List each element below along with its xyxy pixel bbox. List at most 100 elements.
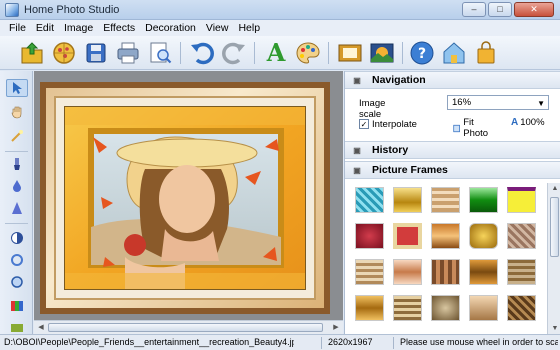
frame-thumbnail[interactable] bbox=[431, 187, 460, 213]
drop-icon[interactable] bbox=[6, 177, 28, 195]
frame-thumbnail[interactable] bbox=[431, 259, 460, 285]
text-icon[interactable]: A bbox=[262, 39, 290, 67]
canvas-horizontal-scrollbar[interactable]: ◀ ▶ bbox=[34, 320, 343, 334]
preview-icon[interactable] bbox=[146, 39, 174, 67]
file-path: D:\OBOI\People\People_Friends__entertain… bbox=[4, 337, 294, 347]
fit-photo-button[interactable]: Fit Photo bbox=[453, 117, 491, 139]
frame-thumbnail[interactable] bbox=[507, 223, 536, 249]
fit-photo-label: Fit Photo bbox=[463, 117, 489, 139]
actual-size-label: 100% bbox=[520, 117, 545, 128]
interpolate-checkbox[interactable]: ✓ bbox=[359, 119, 369, 129]
toolbar-separator bbox=[328, 42, 329, 64]
scroll-up-icon[interactable]: ▲ bbox=[550, 184, 560, 193]
image-scale-label: Image scale bbox=[359, 98, 386, 120]
redo-icon[interactable] bbox=[220, 39, 248, 67]
frame-thumbnail[interactable] bbox=[469, 259, 498, 285]
menu-help[interactable]: Help bbox=[233, 20, 265, 36]
status-separator bbox=[393, 337, 394, 349]
title-bar: Home Photo Studio – □ ✕ bbox=[0, 0, 560, 20]
frame-thumbnail[interactable] bbox=[355, 223, 384, 249]
home-icon[interactable] bbox=[440, 39, 468, 67]
frames-vertical-scrollbar[interactable]: ▲ ▼ bbox=[547, 183, 560, 334]
collapse-icon[interactable]: ▣ bbox=[352, 76, 362, 86]
status-bar: D:\OBOI\People\People_Friends__entertain… bbox=[0, 334, 560, 350]
print-icon[interactable] bbox=[114, 39, 142, 67]
frame-thumbnail[interactable] bbox=[355, 295, 384, 321]
image-scale-select[interactable]: 16% ▼ bbox=[447, 95, 549, 110]
menu-effects[interactable]: Effects bbox=[98, 20, 140, 36]
brush-icon[interactable] bbox=[6, 155, 28, 173]
undo-icon[interactable] bbox=[188, 39, 216, 67]
scrollbar-thumb[interactable] bbox=[550, 197, 559, 257]
svg-text:?: ? bbox=[418, 46, 426, 62]
photo-image[interactable] bbox=[64, 106, 306, 290]
photo-artwork bbox=[65, 107, 305, 289]
maximize-button[interactable]: □ bbox=[488, 2, 512, 17]
zoom-100-icon: A bbox=[511, 117, 519, 128]
menu-file[interactable]: File bbox=[4, 20, 31, 36]
window-title: Home Photo Studio bbox=[24, 4, 120, 16]
cone-icon[interactable] bbox=[6, 199, 28, 217]
tool-palette bbox=[0, 71, 33, 334]
frame-thumbnail[interactable] bbox=[507, 295, 536, 321]
expand-icon[interactable]: ▣ bbox=[352, 146, 362, 156]
open-icon[interactable] bbox=[18, 39, 46, 67]
frame-thumbnail[interactable] bbox=[431, 295, 460, 321]
toolbar-separator bbox=[402, 42, 403, 64]
circle-icon[interactable] bbox=[6, 251, 28, 269]
picture-frames-header[interactable]: ▣ Picture Frames bbox=[345, 161, 560, 179]
scroll-left-icon[interactable]: ◀ bbox=[36, 323, 46, 332]
menu-decoration[interactable]: Decoration bbox=[140, 20, 201, 36]
magic-wand-icon[interactable] bbox=[6, 127, 28, 145]
window-controls: – □ ✕ bbox=[462, 2, 554, 17]
frame-thumbnail[interactable] bbox=[393, 295, 422, 321]
history-header[interactable]: ▣ History bbox=[345, 141, 560, 159]
frame-thumbnail[interactable] bbox=[507, 259, 536, 285]
frame-thumbnail[interactable] bbox=[393, 187, 422, 213]
app-icon bbox=[5, 3, 19, 17]
interpolate-label: Interpolate bbox=[372, 119, 417, 130]
ring-icon[interactable] bbox=[6, 273, 28, 291]
frame-thumbnail[interactable] bbox=[355, 187, 384, 213]
navigation-title: Navigation bbox=[372, 74, 426, 86]
tool-separator bbox=[5, 151, 28, 152]
toolbar-separator bbox=[180, 42, 181, 64]
save-icon[interactable] bbox=[82, 39, 110, 67]
palette-icon[interactable] bbox=[294, 39, 322, 67]
wallpaper-icon[interactable] bbox=[368, 39, 396, 67]
scroll-down-icon[interactable]: ▼ bbox=[550, 324, 560, 333]
scroll-right-icon[interactable]: ▶ bbox=[331, 323, 341, 332]
help-icon[interactable]: ? bbox=[408, 39, 436, 67]
frame-thumbnail[interactable] bbox=[507, 187, 536, 213]
side-panel: ▣ Navigation Image scale 16% ▼ ✓ Interpo… bbox=[344, 71, 560, 334]
close-button[interactable]: ✕ bbox=[514, 2, 554, 17]
toolbar-separator bbox=[254, 42, 255, 64]
picture-frame[interactable] bbox=[40, 82, 330, 314]
status-separator bbox=[321, 337, 322, 349]
frame-thumbnail[interactable] bbox=[469, 295, 498, 321]
collapse-icon[interactable]: ▣ bbox=[352, 166, 362, 176]
hand-icon[interactable] bbox=[6, 103, 28, 121]
menu-image[interactable]: Image bbox=[59, 20, 98, 36]
frame-thumbnail[interactable] bbox=[469, 187, 498, 213]
shop-bag-icon[interactable] bbox=[472, 39, 500, 67]
palette-bars-icon[interactable] bbox=[6, 297, 28, 315]
actual-size-button[interactable]: A 100% bbox=[511, 117, 545, 128]
frame-icon[interactable] bbox=[336, 39, 364, 67]
frame-thumbnail[interactable] bbox=[431, 223, 460, 249]
menu-edit[interactable]: Edit bbox=[31, 20, 59, 36]
tool-separator bbox=[5, 223, 28, 224]
navigation-header[interactable]: ▣ Navigation bbox=[345, 71, 560, 89]
scrollbar-thumb[interactable] bbox=[48, 323, 323, 332]
pointer-icon[interactable] bbox=[6, 79, 28, 97]
frame-thumbnail[interactable] bbox=[469, 223, 498, 249]
menu-bar: File Edit Image Effects Decoration View … bbox=[0, 20, 560, 36]
pizza-icon[interactable] bbox=[50, 39, 78, 67]
menu-view[interactable]: View bbox=[201, 20, 234, 36]
frame-thumbnail[interactable] bbox=[393, 223, 422, 249]
frames-gallery bbox=[345, 183, 547, 334]
frame-thumbnail[interactable] bbox=[355, 259, 384, 285]
frame-thumbnail[interactable] bbox=[393, 259, 422, 285]
minimize-button[interactable]: – bbox=[462, 2, 486, 17]
contrast-icon[interactable] bbox=[6, 229, 28, 247]
